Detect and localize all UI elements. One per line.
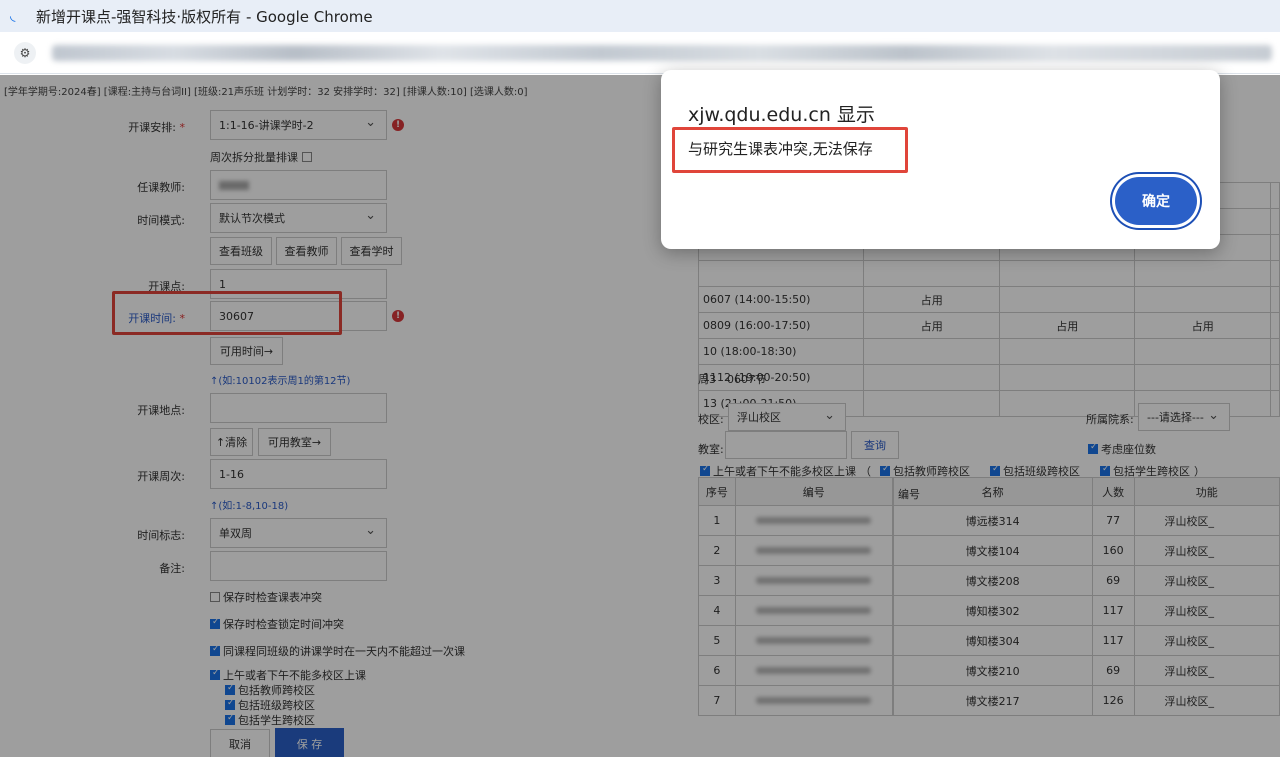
dialog-title: xjw.qdu.edu.cn 显示 (688, 104, 875, 126)
address-bar[interactable]: ⚙ (0, 32, 1280, 74)
ok-button[interactable]: 确定 (1115, 177, 1197, 225)
browser-titlebar: ◟ 新增开课点-强智科技·版权所有 - Google Chrome (0, 0, 1280, 32)
url-text-blurred[interactable] (52, 44, 1272, 61)
chrome-icon: ◟ (10, 8, 16, 24)
site-settings-icon[interactable]: ⚙ (14, 41, 36, 64)
window-title: 新增开课点-强智科技·版权所有 - Google Chrome (36, 7, 373, 26)
alert-dialog: xjw.qdu.edu.cn 显示 与研究生课表冲突,无法保存 确定 (661, 70, 1220, 249)
dialog-message: 与研究生课表冲突,无法保存 (688, 140, 873, 158)
